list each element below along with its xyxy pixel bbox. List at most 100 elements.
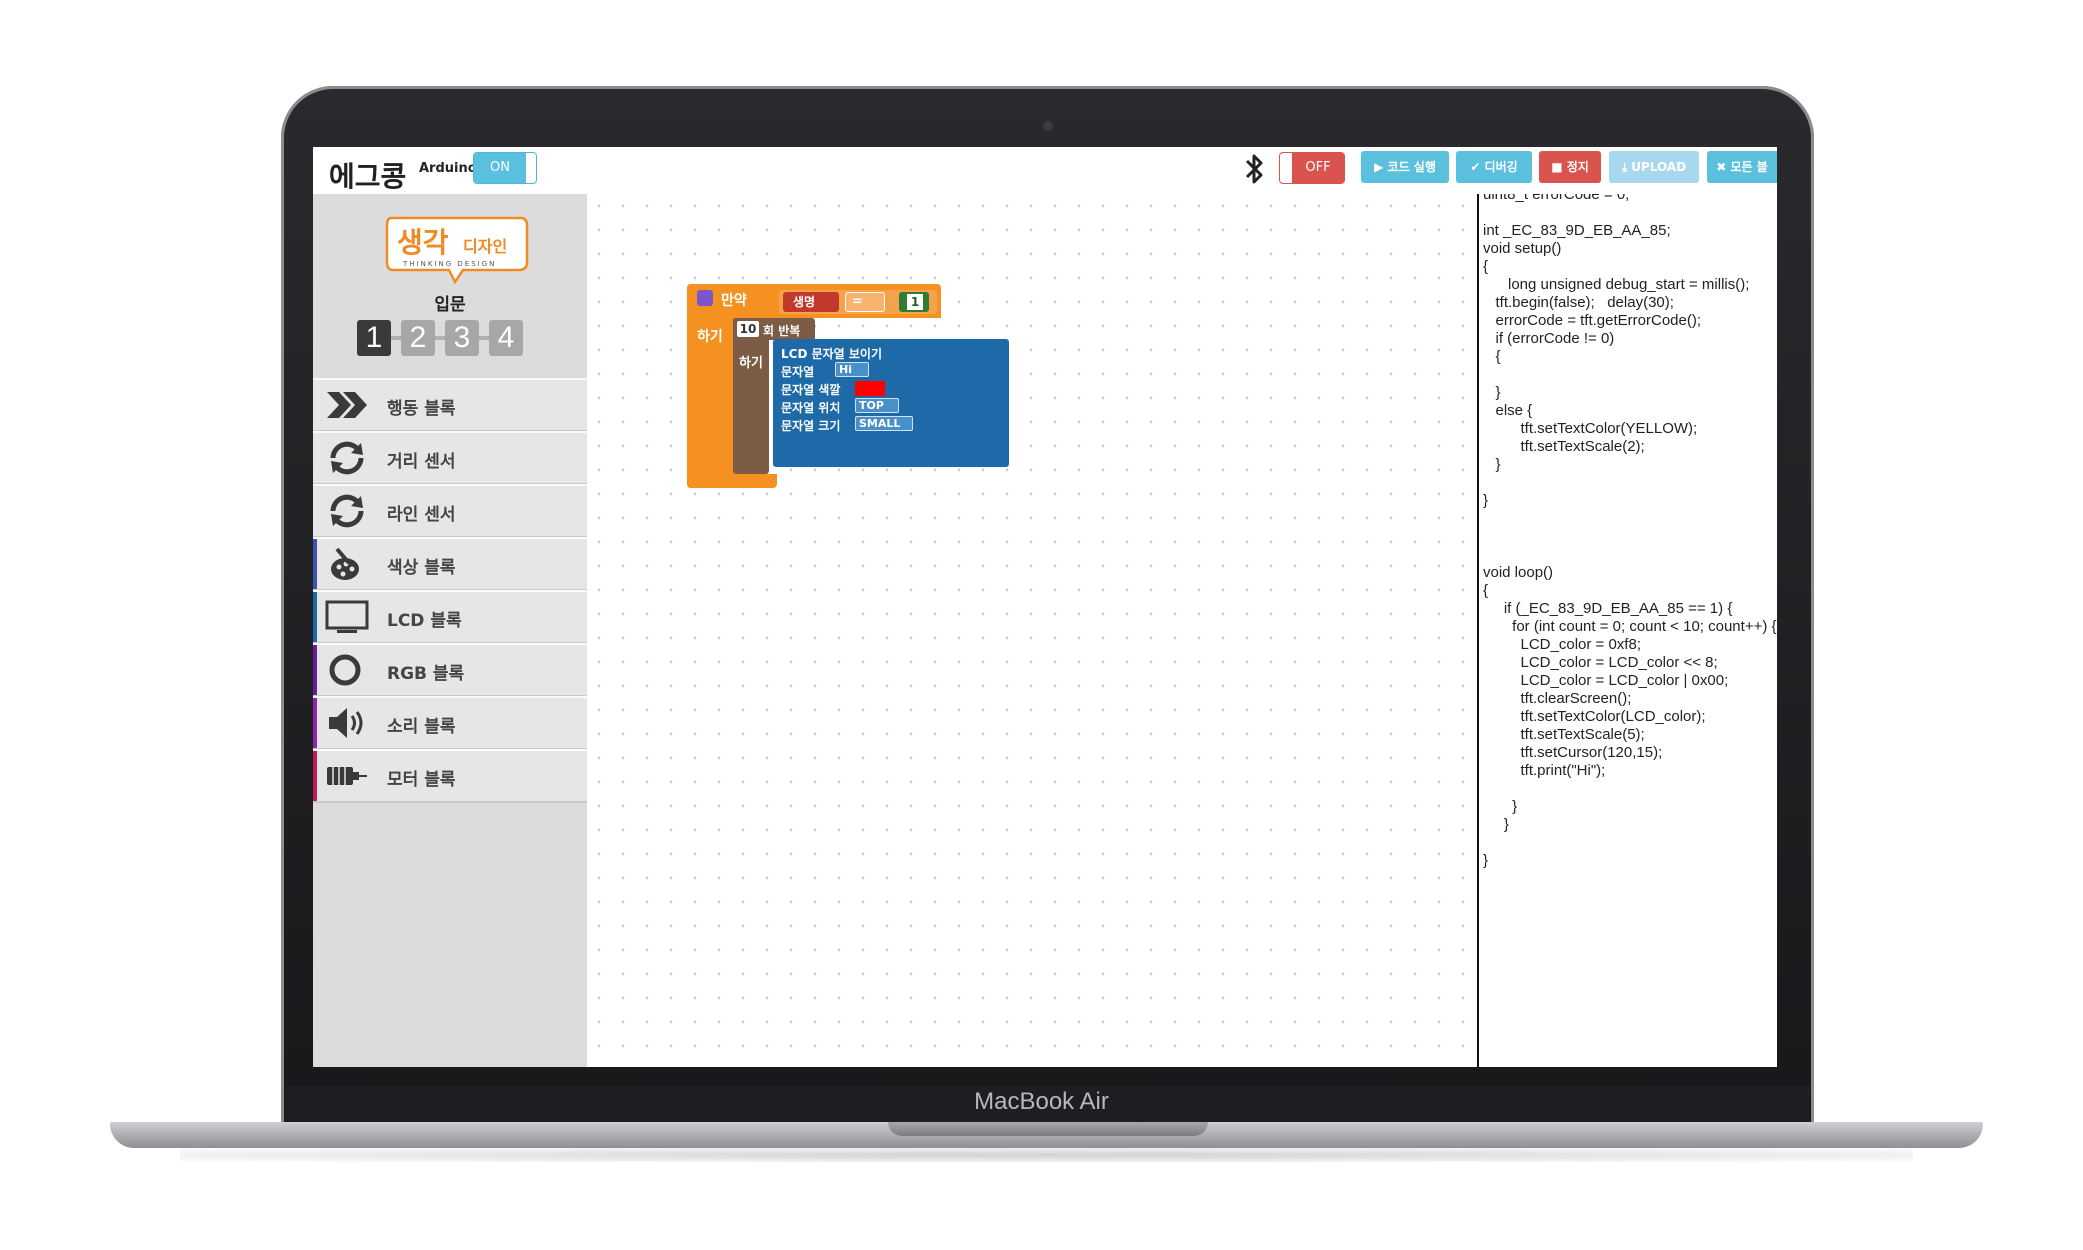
category-label: 거리 센서 xyxy=(387,452,456,472)
category-distance-sensor[interactable]: 거리 센서 xyxy=(313,431,587,485)
category-sound[interactable]: 소리 블록 xyxy=(313,696,587,750)
if-block-spine xyxy=(687,284,735,488)
category-accent xyxy=(313,592,317,642)
ring-icon xyxy=(329,654,361,686)
code-line: tft.print("Hi"); xyxy=(1483,762,1606,779)
upload-button[interactable]: ⤓ UPLOAD xyxy=(1609,151,1699,183)
arduino-label: Arduino xyxy=(419,161,477,176)
code-line: void loop() xyxy=(1483,564,1554,581)
bluetooth-icon[interactable] xyxy=(1241,151,1269,187)
camera-dot xyxy=(1043,121,1053,131)
gear-icon[interactable] xyxy=(697,290,713,306)
code-line: tft.clearScreen(); xyxy=(1483,690,1632,707)
level-4-button[interactable]: 4 xyxy=(489,320,523,356)
category-label: 소리 블록 xyxy=(387,717,456,737)
stop-button[interactable]: ■ 정지 xyxy=(1539,151,1601,183)
repeat-count-field[interactable]: 10 xyxy=(737,321,759,337)
code-line: } xyxy=(1483,852,1489,869)
monitor-icon xyxy=(325,600,369,633)
lcd-string-label: 문자열 xyxy=(781,365,815,379)
arduino-toggle[interactable]: ON xyxy=(473,152,537,184)
operator-dropdown[interactable]: = xyxy=(845,292,885,312)
code-line: else { xyxy=(1483,402,1533,419)
code-line: errorCode = tft.getErrorCode(); xyxy=(1483,312,1702,329)
code-line: tft.setTextScale(2); xyxy=(1483,438,1645,455)
code-line: } xyxy=(1483,384,1501,401)
code-line: if (_EC_83_9D_EB_AA_85 == 1) { xyxy=(1483,600,1733,617)
svg-text:THINKING DESIGN: THINKING DESIGN xyxy=(402,260,496,268)
category-accent xyxy=(313,380,317,430)
if-label: 만약 xyxy=(721,293,747,309)
code-line: tft.setTextColor(YELLOW); xyxy=(1483,420,1698,437)
lcd-size-dropdown[interactable]: SMALL xyxy=(855,416,913,431)
category-label: RGB 블록 xyxy=(387,664,465,684)
top-toolbar: 에그콩 Arduino ON OFF ▶ 코드 실행 ✔ 디버깅 ■ 정지 ⤓ … xyxy=(313,147,1777,195)
category-line-sensor[interactable]: 라인 센서 xyxy=(313,484,587,538)
number-block[interactable]: 1 xyxy=(899,292,929,312)
variable-dropdown[interactable]: 생명 xyxy=(783,292,839,312)
refresh-icon xyxy=(330,494,364,528)
connection-toggle[interactable]: OFF xyxy=(1279,152,1345,184)
debug-button[interactable]: ✔ 디버깅 xyxy=(1456,151,1532,183)
lcd-position-dropdown[interactable]: TOP xyxy=(855,398,899,413)
lcd-size-label: 문자열 크기 xyxy=(781,419,841,433)
category-accent xyxy=(313,698,317,748)
category-label: LCD 블록 xyxy=(387,611,462,631)
code-panel[interactable]: uint8_t errorCode = 0; int _EC_83_9D_EB_A… xyxy=(1477,194,1777,1067)
repeat-block-spine xyxy=(733,318,769,474)
level-label: 입문 xyxy=(434,295,466,315)
category-rgb[interactable]: RGB 블록 xyxy=(313,643,587,697)
block-sidebar: 생각 디자인 THINKING DESIGN 입문 1 2 3 4 행동 블록 xyxy=(313,194,587,1067)
svg-text:디자인: 디자인 xyxy=(463,237,507,256)
app-screen: 에그콩 Arduino ON OFF ▶ 코드 실행 ✔ 디버깅 ■ 정지 ⤓ … xyxy=(313,147,1777,1067)
code-line: uint8_t errorCode = 0; xyxy=(1483,194,1630,203)
category-lcd[interactable]: LCD 블록 xyxy=(313,590,587,644)
clear-all-button[interactable]: ✖ 모든 블 xyxy=(1707,151,1777,183)
code-line: { xyxy=(1483,258,1489,275)
code-line: } xyxy=(1483,798,1518,815)
category-label: 행동 블록 xyxy=(387,399,456,419)
category-label: 라인 센서 xyxy=(387,505,456,525)
code-line: for (int count = 0; count < 10; count++)… xyxy=(1483,618,1777,635)
category-label: 모터 블록 xyxy=(387,770,456,790)
category-accent xyxy=(313,433,317,483)
run-code-button[interactable]: ▶ 코드 실행 xyxy=(1361,151,1449,183)
if-block-footer xyxy=(687,474,777,488)
level-separator xyxy=(479,336,489,340)
category-action[interactable]: 행동 블록 xyxy=(313,378,587,432)
block-workspace[interactable]: 만약 하기 생명 = 1 10 회 반복 하기 LCD 문자열 보이기 문자열 … xyxy=(587,194,1477,1067)
code-line: } xyxy=(1483,492,1489,509)
level-1-button[interactable]: 1 xyxy=(357,320,391,356)
code-line: tft.setCursor(120,15); xyxy=(1483,744,1663,761)
repeat-label: 회 반복 xyxy=(763,324,801,338)
lcd-color-swatch[interactable] xyxy=(855,381,885,396)
motor-icon xyxy=(327,767,367,785)
lcd-color-label: 문자열 색깔 xyxy=(781,383,841,397)
svg-text:생각: 생각 xyxy=(397,226,449,259)
speaker-icon xyxy=(329,708,363,738)
category-motor[interactable]: 모터 블록 xyxy=(313,749,587,803)
level-separator xyxy=(391,336,401,340)
number-value[interactable]: 1 xyxy=(907,294,923,310)
level-separator xyxy=(435,336,445,340)
double-chevron-icon xyxy=(327,392,367,418)
category-accent xyxy=(313,486,317,536)
level-2-button[interactable]: 2 xyxy=(401,320,435,356)
level-3-button[interactable]: 3 xyxy=(445,320,479,356)
thinking-design-logo: 생각 디자인 THINKING DESIGN xyxy=(385,216,529,285)
lcd-print-block[interactable]: LCD 문자열 보이기 문자열 Hi 문자열 색깔 문자열 위치 TOP 문자열… xyxy=(773,339,1009,467)
code-line: if (errorCode != 0) xyxy=(1483,330,1615,347)
code-line: void setup() xyxy=(1483,240,1562,257)
category-accent xyxy=(313,539,317,589)
arduino-toggle-state: ON xyxy=(474,153,526,183)
code-line: LCD_color = LCD_color | 0x00; xyxy=(1483,672,1729,689)
code-line: } xyxy=(1483,816,1509,833)
compare-block[interactable]: 생명 = 1 xyxy=(779,290,937,314)
category-accent xyxy=(313,645,317,695)
refresh-icon xyxy=(330,441,364,475)
code-line: tft.setTextScale(5); xyxy=(1483,726,1645,743)
code-line: { xyxy=(1483,582,1489,599)
lcd-string-dropdown[interactable]: Hi xyxy=(835,362,869,377)
code-line: { xyxy=(1483,348,1501,365)
category-color[interactable]: 색상 블록 xyxy=(313,537,587,591)
